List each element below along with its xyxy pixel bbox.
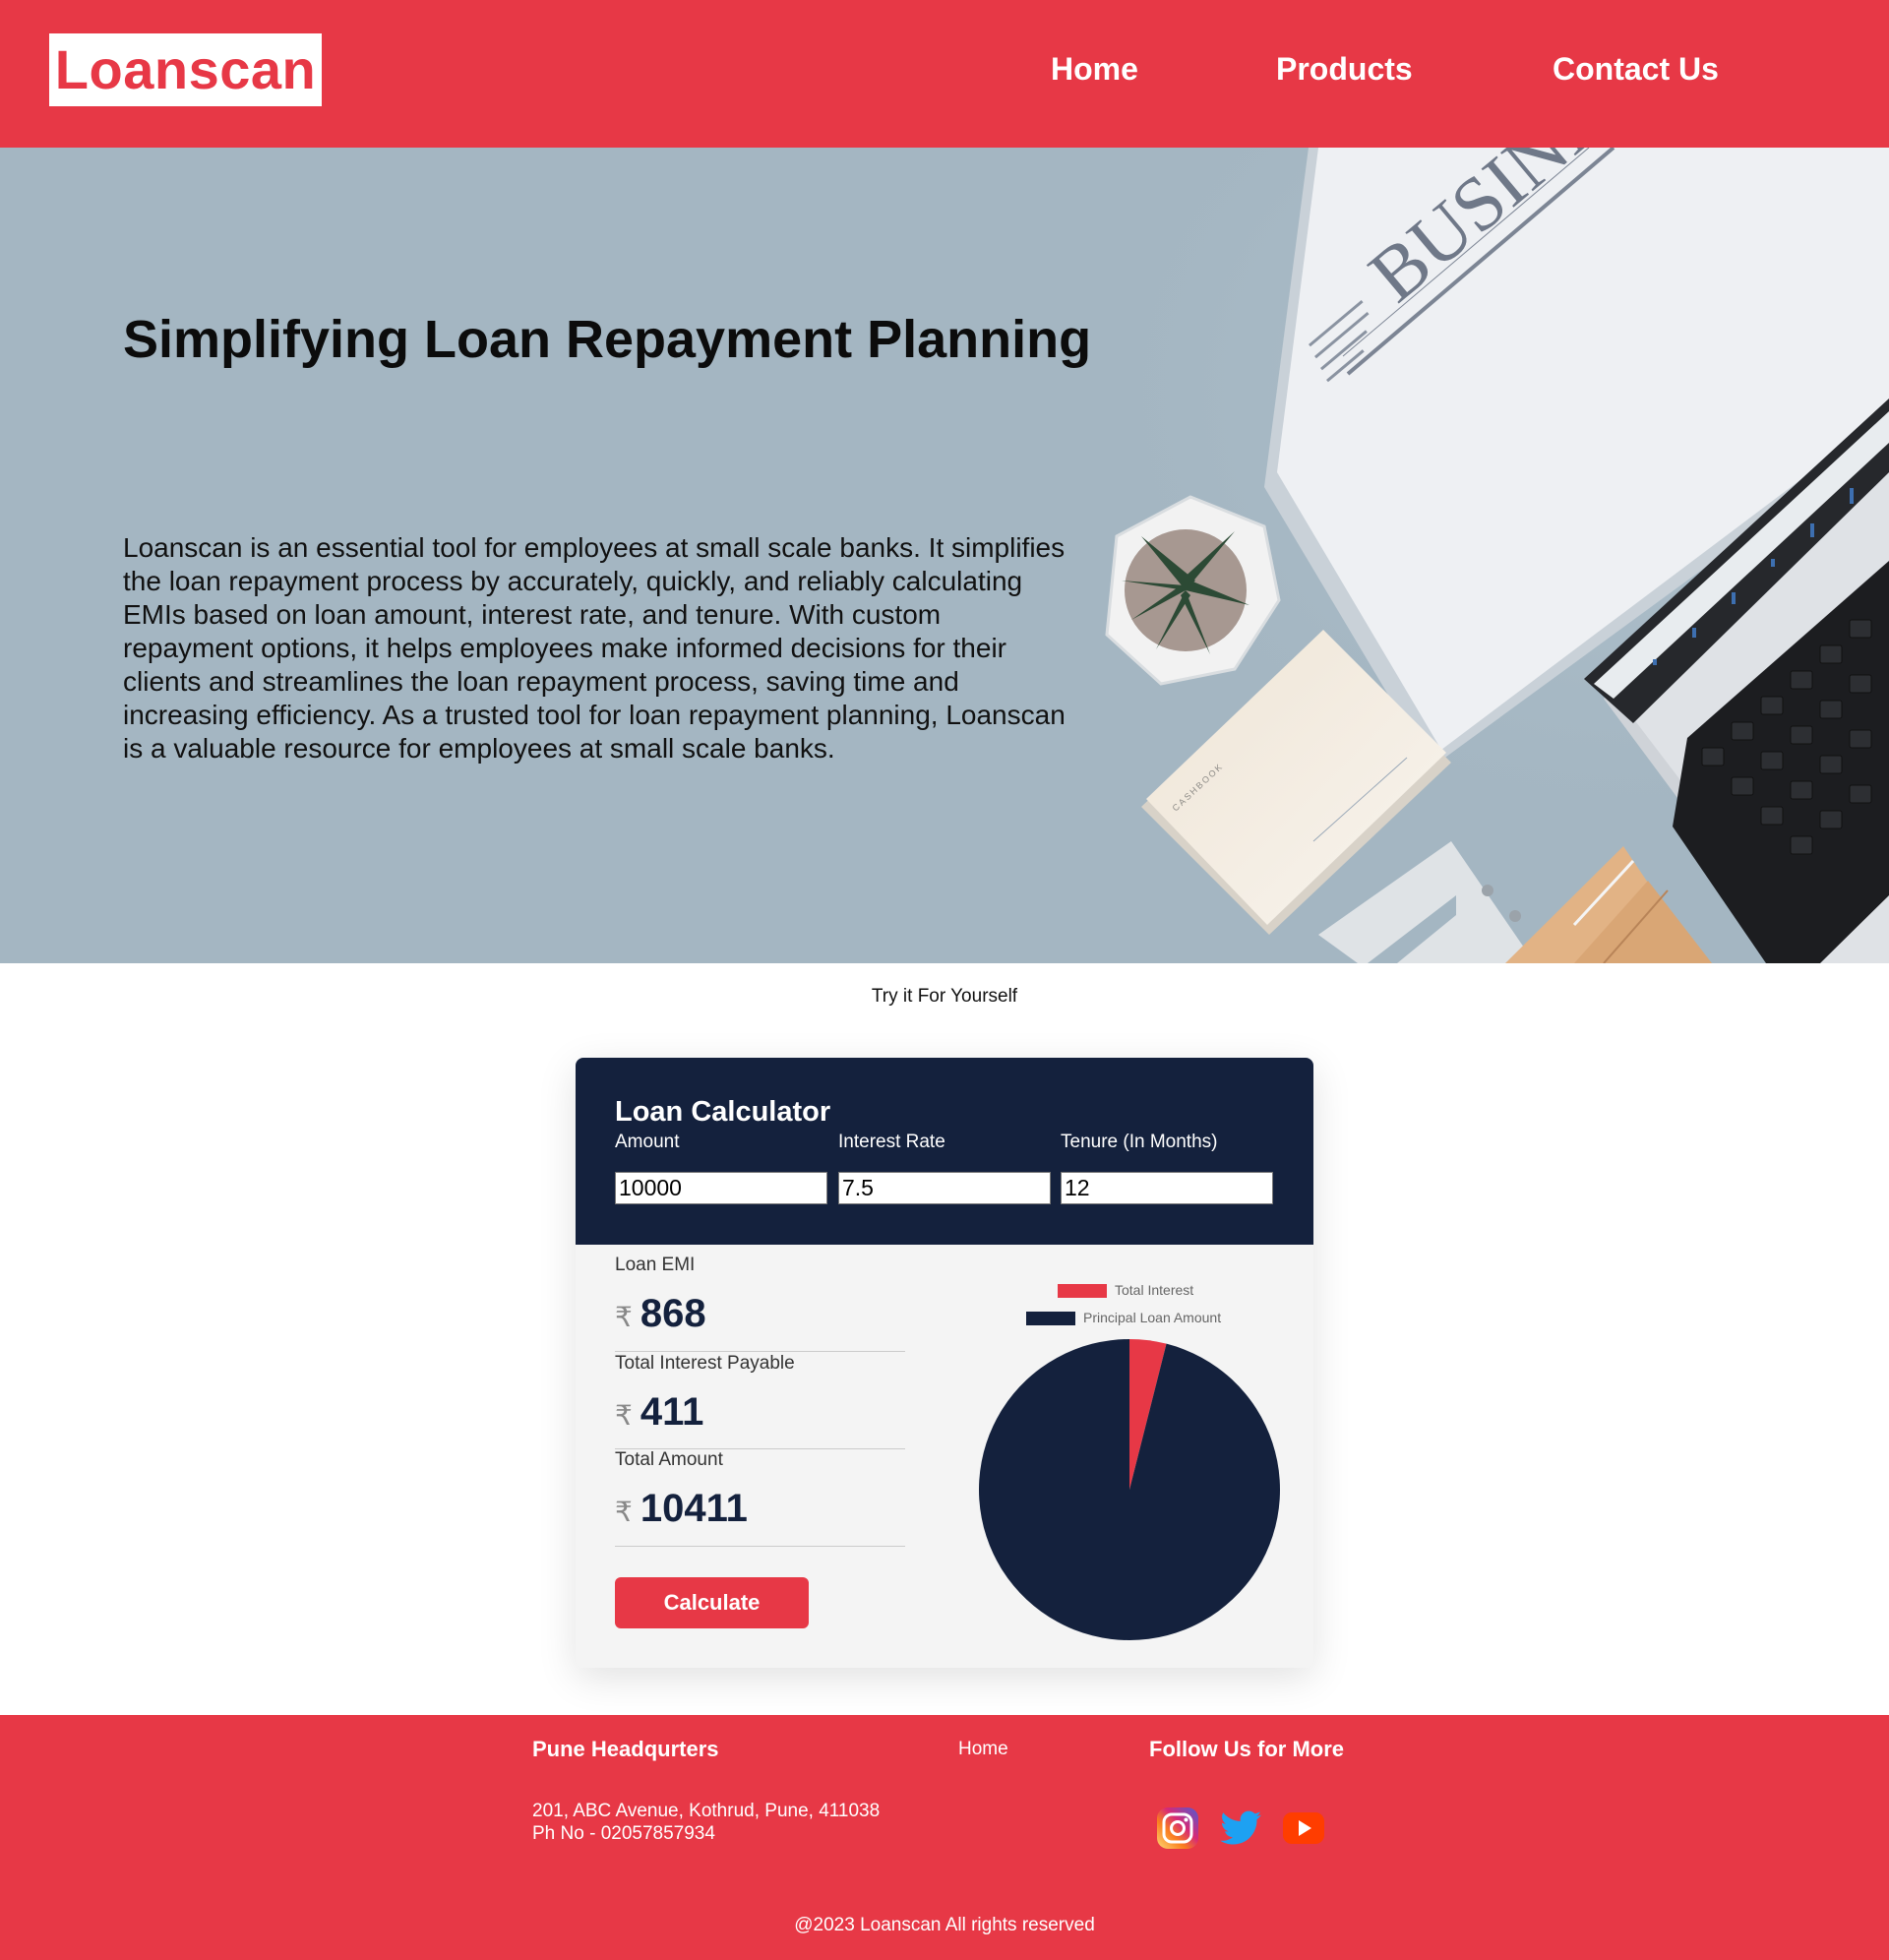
tenure-input[interactable] xyxy=(1061,1172,1273,1204)
site-header: Loanscan Home Products Contact Us xyxy=(0,0,1889,148)
pie-slice-principal-loan-amount[interactable] xyxy=(979,1339,1280,1640)
loan-emi-value: ₹868 xyxy=(615,1292,706,1336)
nav-products[interactable]: Products xyxy=(1276,51,1413,88)
amount-label: Amount xyxy=(615,1132,680,1152)
total-interest-label: Total Interest Payable xyxy=(615,1353,795,1374)
address-block: 201, ABC Avenue, Kothrud, Pune, 411038 P… xyxy=(532,1800,880,1845)
legend-item-principal[interactable]: Principal Loan Amount xyxy=(1026,1310,1222,1326)
youtube-icon[interactable] xyxy=(1281,1806,1326,1851)
address-line: 201, ABC Avenue, Kothrud, Pune, 411038 xyxy=(532,1801,881,1821)
total-amount-label: Total Amount xyxy=(615,1449,723,1470)
loan-emi-label: Loan EMI xyxy=(615,1255,696,1275)
loan-calculator-card: Loan Calculator Amount Interest Rate Ten… xyxy=(576,1058,1313,1668)
interest-rate-input[interactable] xyxy=(838,1172,1051,1204)
hero-section: BUSINE CASHBOOK Simplifying Loan Repayme… xyxy=(0,148,1889,963)
calculate-button[interactable]: Calculate xyxy=(615,1577,809,1628)
legend-swatch-principal xyxy=(1026,1312,1075,1326)
total-amount-value: ₹10411 xyxy=(615,1487,748,1531)
copyright: @2023 Loanscan All rights reserved xyxy=(794,1915,1095,1935)
headquarters-title: Pune Headqurters xyxy=(532,1737,719,1761)
logo[interactable]: Loanscan xyxy=(49,33,322,106)
legend-item-interest[interactable]: Total Interest xyxy=(1058,1282,1194,1299)
rupee-icon: ₹ xyxy=(615,1400,633,1431)
total-interest-amount: 411 xyxy=(640,1390,704,1434)
divider xyxy=(615,1351,905,1352)
phone-line: Ph No - 02057857934 xyxy=(532,1823,715,1844)
amount-input[interactable] xyxy=(615,1172,827,1204)
rupee-icon: ₹ xyxy=(615,1302,633,1332)
rupee-icon: ₹ xyxy=(615,1497,633,1527)
calculator-title: Loan Calculator xyxy=(615,1096,831,1128)
interest-rate-label: Interest Rate xyxy=(838,1132,945,1152)
loan-emi-amount: 868 xyxy=(640,1292,706,1335)
tenure-label: Tenure (In Months) xyxy=(1061,1132,1218,1152)
twitter-icon[interactable] xyxy=(1218,1806,1263,1851)
hero-title: Simplifying Loan Repayment Planning xyxy=(123,310,1092,369)
site-footer: Pune Headqurters 201, ABC Avenue, Kothru… xyxy=(0,1715,1889,1960)
legend-swatch-interest xyxy=(1058,1284,1107,1299)
follow-us-title: Follow Us for More xyxy=(1149,1737,1344,1761)
total-interest-value: ₹411 xyxy=(615,1390,703,1435)
total-amount-amount: 10411 xyxy=(640,1487,748,1530)
calculator-header: Loan Calculator Amount Interest Rate Ten… xyxy=(576,1058,1313,1245)
hero-description: Loanscan is an essential tool for employ… xyxy=(123,532,1066,764)
footer-home-link[interactable]: Home xyxy=(958,1739,1008,1760)
loan-pie-chart xyxy=(979,1339,1280,1640)
divider xyxy=(615,1546,905,1547)
legend-label-interest: Total Interest xyxy=(1115,1282,1194,1298)
nav-home[interactable]: Home xyxy=(1051,51,1138,88)
instagram-icon[interactable] xyxy=(1155,1806,1200,1851)
try-it-heading: Try it For Yourself xyxy=(871,986,1018,1007)
legend-label-principal: Principal Loan Amount xyxy=(1083,1310,1222,1325)
nav-contact-us[interactable]: Contact Us xyxy=(1553,51,1719,88)
